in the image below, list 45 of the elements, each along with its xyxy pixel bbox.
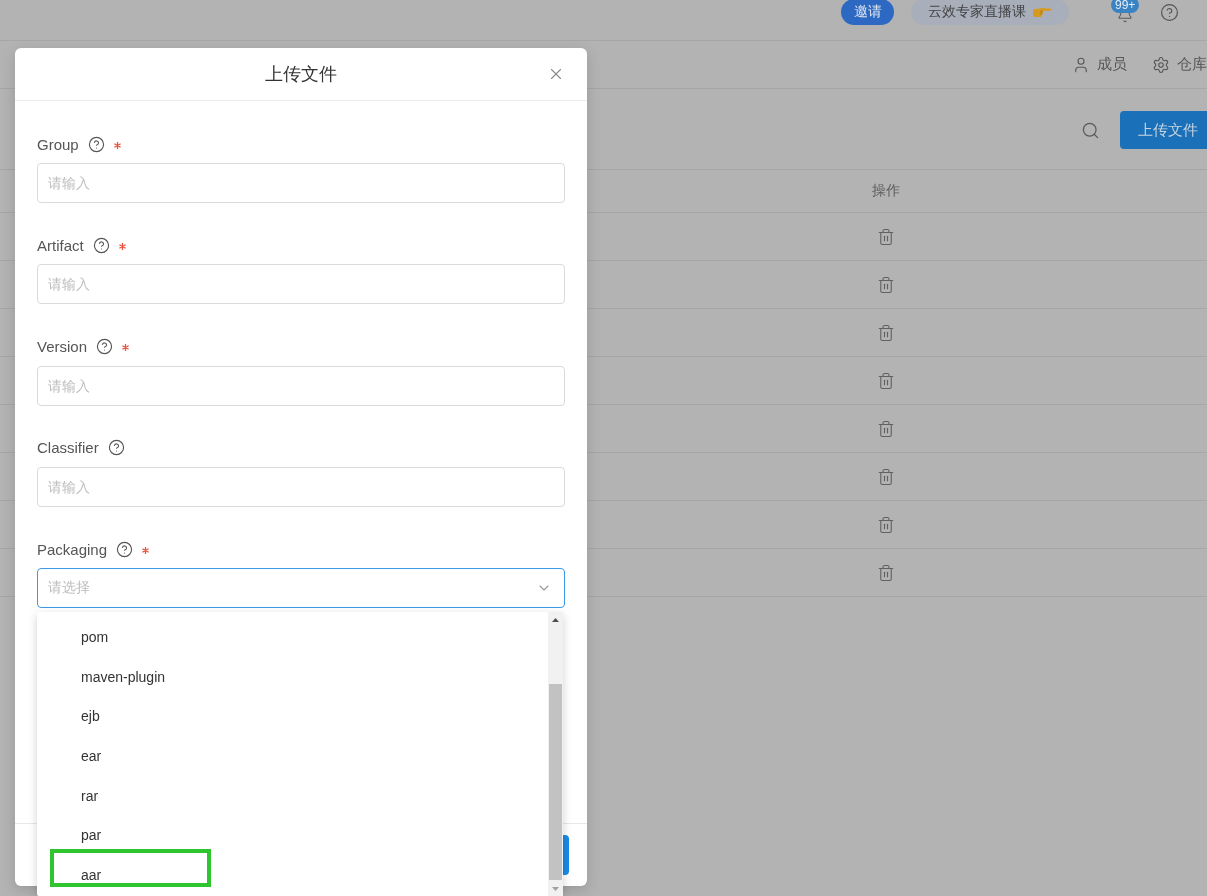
field-label: Classifier (37, 439, 99, 457)
field-label: Artifact (37, 236, 84, 254)
column-header: 操作 (871, 182, 901, 200)
dropdown-option[interactable]: rar (37, 775, 548, 816)
dropdown-option[interactable]: ear (37, 736, 548, 776)
field-label: Packaging (37, 540, 108, 558)
trash-icon[interactable] (877, 515, 895, 534)
trash-icon[interactable] (877, 275, 895, 294)
pointing-hand-icon (1032, 6, 1052, 18)
upload-button[interactable]: 上传文件 (1120, 111, 1207, 149)
help-icon[interactable] (107, 439, 125, 457)
trash-icon[interactable] (877, 563, 895, 582)
field-label: Version (37, 338, 88, 355)
dropdown-option[interactable]: maven-plugin (37, 656, 548, 697)
settings-icon (1152, 55, 1170, 74)
trash-icon[interactable] (877, 227, 895, 246)
text-input[interactable]: 请输入 (37, 163, 565, 203)
text-input[interactable]: 请输入 (37, 264, 565, 305)
trash-icon[interactable] (877, 323, 895, 342)
scroll-up-icon[interactable] (552, 618, 559, 622)
field-label: Group (37, 135, 79, 153)
trash-icon[interactable] (877, 467, 895, 486)
user-icon (1072, 55, 1090, 74)
help-icon[interactable] (1160, 3, 1179, 22)
help-icon[interactable] (87, 135, 105, 153)
text-input[interactable]: 请输入 (37, 365, 565, 406)
trash-icon[interactable] (877, 371, 895, 390)
dropdown-option[interactable]: ejb (37, 696, 548, 737)
text-input[interactable]: 请输入 (37, 466, 565, 507)
search-icon[interactable] (1081, 120, 1100, 140)
dropdown-option[interactable]: pom (37, 617, 548, 657)
scrollbar-track[interactable] (548, 612, 563, 896)
help-icon[interactable] (96, 338, 114, 355)
dialog-title: 上传文件 (265, 63, 337, 86)
scrollbar-thumb[interactable] (549, 684, 562, 880)
trash-icon[interactable] (877, 419, 895, 438)
help-icon[interactable] (92, 236, 110, 254)
promo-pill[interactable]: 云效专家直播课 (911, 0, 1069, 25)
invite-button[interactable]: 邀请 (841, 0, 894, 25)
dropdown-option[interactable]: aar (37, 855, 548, 895)
dropdown-option[interactable]: par (37, 815, 548, 856)
help-icon[interactable] (116, 540, 134, 558)
members-link[interactable]: 成员 (1072, 55, 1127, 74)
notification-badge: 99+ (1111, 0, 1140, 13)
repo-link[interactable]: 仓库 (1152, 55, 1207, 74)
